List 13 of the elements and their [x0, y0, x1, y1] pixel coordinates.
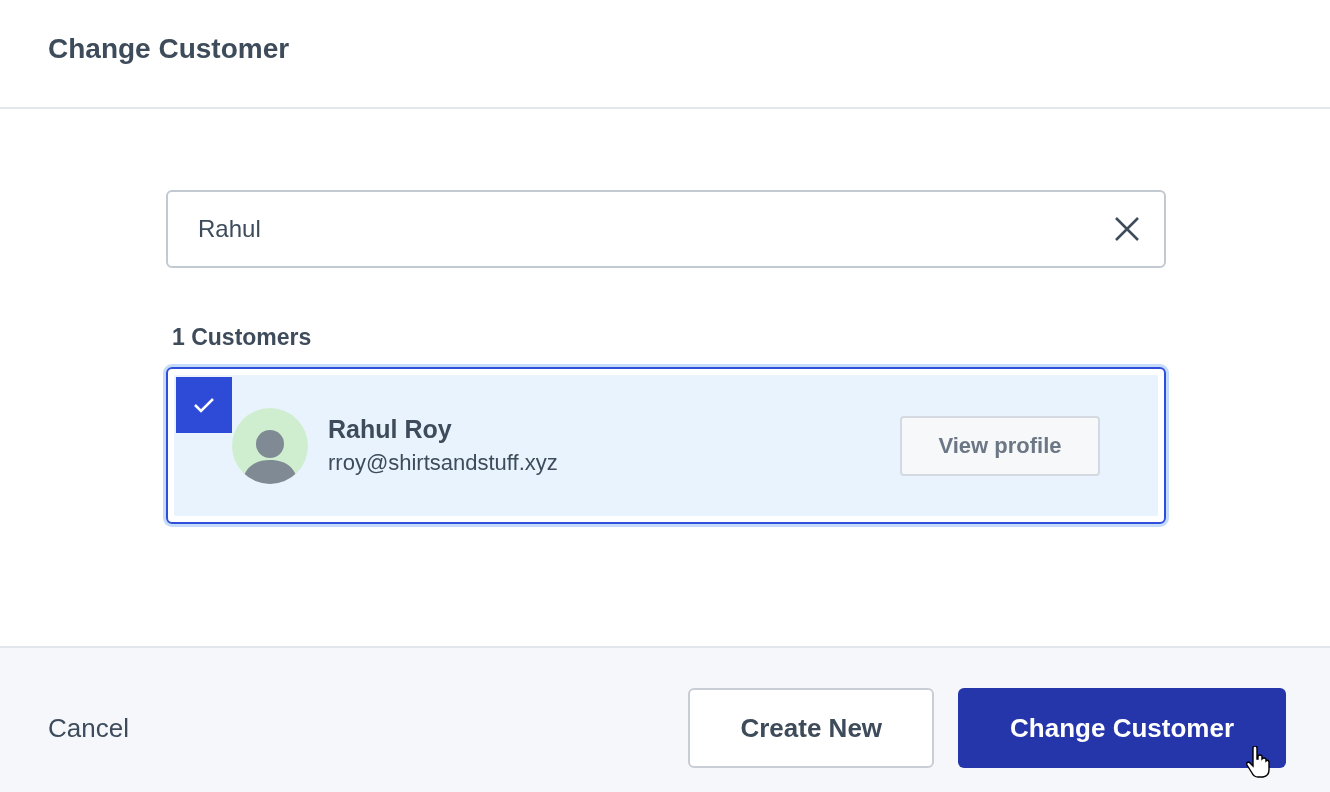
view-profile-button[interactable]: View profile: [900, 415, 1100, 476]
create-new-button[interactable]: Create New: [688, 688, 935, 768]
customer-email: rroy@shirtsandstuff.xyz: [328, 450, 559, 476]
close-icon[interactable]: [1114, 216, 1140, 242]
customer-name: Rahul Roy: [328, 415, 453, 444]
checkbox[interactable]: [176, 377, 232, 433]
dialog-title: Change Customer: [48, 32, 290, 65]
customer-card[interactable]: Rahul Roy rroy@shirtsandstuff.xyz View profile: [166, 367, 1166, 524]
search-field[interactable]: Rahul: [166, 190, 1166, 268]
results-count: 1 Customers: [172, 324, 313, 351]
cancel-link[interactable]: Cancel: [48, 696, 665, 744]
hand-cursor-icon: [1246, 746, 1270, 778]
check-icon: [193, 397, 215, 413]
